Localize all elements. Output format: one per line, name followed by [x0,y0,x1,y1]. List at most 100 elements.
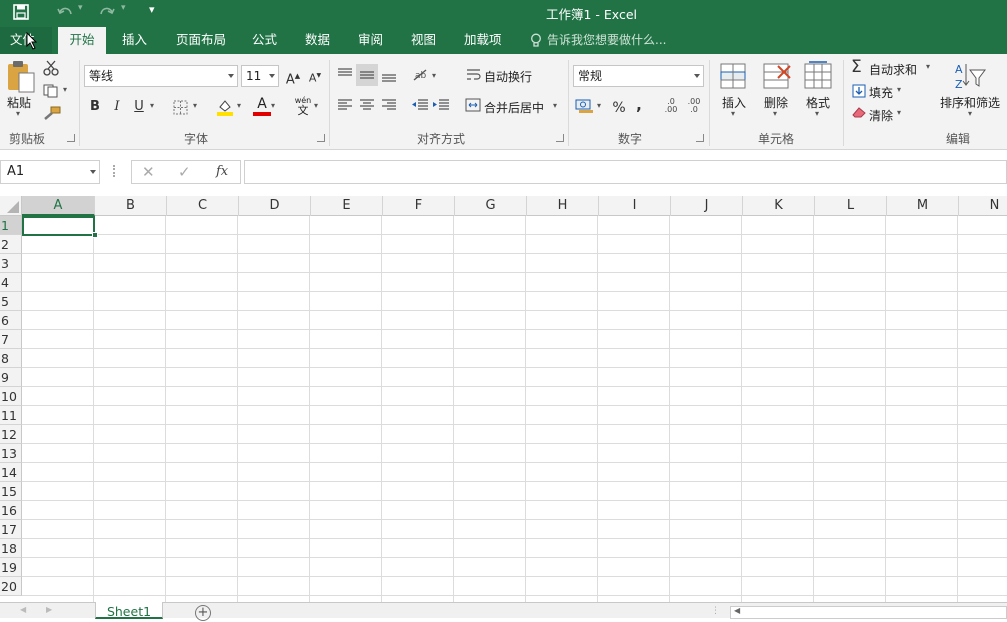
tab-formulas[interactable]: 公式 [248,27,281,54]
insert-function-button[interactable]: fx [216,164,228,179]
font-size-select[interactable]: 11 [241,65,279,87]
row-header-3[interactable]: 3 [0,254,22,273]
tab-page-layout[interactable]: 页面布局 [172,27,230,54]
column-header-c[interactable]: C [167,196,239,216]
percent-button[interactable]: % [608,97,630,119]
fill-down-icon[interactable] [852,84,866,98]
column-header-a[interactable]: A [22,196,95,216]
format-cells-icon[interactable] [803,60,833,92]
underline-button[interactable]: U [128,96,150,118]
phonetic-dropdown-icon[interactable]: ▾ [314,101,318,110]
wrap-text-icon[interactable] [466,67,482,83]
alignment-launcher-icon[interactable] [556,134,564,142]
tab-insert[interactable]: 插入 [118,27,151,54]
format-painter-icon[interactable] [43,106,61,120]
row-header-11[interactable]: 11 [0,406,22,425]
column-header-e[interactable]: E [311,196,383,216]
grow-font-button[interactable]: A▲ [282,65,304,87]
row-header-13[interactable]: 13 [0,444,22,463]
tab-home[interactable]: 开始 [58,27,106,54]
clear-button[interactable]: 清除 [869,107,893,124]
cell-grid[interactable] [22,216,1007,602]
autosum-button[interactable]: 自动求和 [869,61,917,78]
align-right-icon[interactable] [380,98,398,112]
row-header-20[interactable]: 20 [0,577,22,596]
underline-dropdown-icon[interactable]: ▾ [150,101,154,110]
number-format-select[interactable]: 常规 [573,65,704,87]
number-launcher-icon[interactable] [696,134,704,142]
sigma-icon[interactable]: Σ [851,58,862,76]
row-header-15[interactable]: 15 [0,482,22,501]
paste-icon[interactable] [6,60,36,94]
prev-sheet-icon[interactable]: ◀ [20,605,26,614]
increase-decimal-button[interactable]: .0 .00 [660,98,682,114]
select-all-button[interactable] [0,196,22,216]
column-header-j[interactable]: J [671,196,743,216]
column-header-g[interactable]: G [455,196,527,216]
row-header-10[interactable]: 10 [0,387,22,406]
horizontal-scrollbar[interactable]: ◀ [730,606,1007,619]
italic-button[interactable]: I [106,96,128,118]
column-header-b[interactable]: B [95,196,167,216]
next-sheet-icon[interactable]: ▶ [46,605,52,614]
enter-check-icon[interactable]: ✓ [178,163,191,181]
decrease-indent-icon[interactable] [411,98,429,112]
column-header-h[interactable]: H [527,196,599,216]
tab-view[interactable]: 视图 [407,27,440,54]
row-header-19[interactable]: 19 [0,558,22,577]
clipboard-launcher-icon[interactable] [67,134,75,142]
font-launcher-icon[interactable] [317,134,325,142]
align-bottom-icon[interactable] [380,67,398,83]
accounting-format-icon[interactable] [575,98,595,114]
column-header-k[interactable]: K [743,196,815,216]
shrink-font-button[interactable]: A▼ [304,65,326,87]
name-box[interactable]: A1 [0,160,100,184]
column-header-l[interactable]: L [815,196,887,216]
font-color-dropdown-icon[interactable]: ▾ [271,101,275,110]
row-header-8[interactable]: 8 [0,349,22,368]
orientation-icon[interactable]: ab [412,67,430,83]
font-name-select[interactable]: 等线 [84,65,238,87]
row-header-4[interactable]: 4 [0,273,22,292]
formula-input[interactable] [244,160,1007,184]
bold-button[interactable]: B [84,96,106,118]
column-header-d[interactable]: D [239,196,311,216]
active-cell-a1[interactable] [22,216,95,236]
row-header-14[interactable]: 14 [0,463,22,482]
sort-dropdown-icon[interactable]: ▾ [968,109,972,118]
fill-handle[interactable] [92,232,98,238]
delete-dropdown-icon[interactable]: ▾ [773,109,777,118]
delete-cells-icon[interactable] [762,60,792,92]
fill-color-dropdown-icon[interactable]: ▾ [237,101,241,110]
insert-cells-icon[interactable] [719,60,749,92]
fill-dropdown-icon[interactable]: ▾ [897,85,901,94]
insert-dropdown-icon[interactable]: ▾ [731,109,735,118]
sort-filter-icon[interactable]: AZ [954,60,986,92]
row-header-17[interactable]: 17 [0,520,22,539]
wrap-text-button[interactable]: 自动换行 [484,68,532,85]
accounting-dropdown-icon[interactable]: ▾ [597,101,601,110]
comma-style-button[interactable]: , [628,94,650,116]
cut-icon[interactable] [43,60,59,76]
align-middle-button[interactable] [356,64,378,86]
tab-split-handle[interactable]: ⋮ [711,606,720,616]
new-sheet-button[interactable]: + [195,605,211,621]
fill-color-icon[interactable] [216,98,234,116]
formula-bar-grip[interactable] [113,165,115,177]
eraser-icon[interactable] [852,106,866,118]
increase-indent-icon[interactable] [432,98,450,112]
column-header-n[interactable]: N [959,196,1007,216]
column-header-m[interactable]: M [887,196,959,216]
format-dropdown-icon[interactable]: ▾ [815,109,819,118]
copy-icon[interactable] [43,84,59,98]
row-header-7[interactable]: 7 [0,330,22,349]
decrease-decimal-button[interactable]: .00 .0 [683,98,705,114]
row-header-12[interactable]: 12 [0,425,22,444]
row-header-6[interactable]: 6 [0,311,22,330]
clear-dropdown-icon[interactable]: ▾ [897,108,901,117]
autosum-dropdown-icon[interactable]: ▾ [926,62,930,71]
copy-dropdown-icon[interactable]: ▾ [63,85,67,94]
orientation-dropdown-icon[interactable]: ▾ [432,71,436,80]
paste-dropdown-icon[interactable]: ▾ [16,109,20,118]
row-header-16[interactable]: 16 [0,501,22,520]
